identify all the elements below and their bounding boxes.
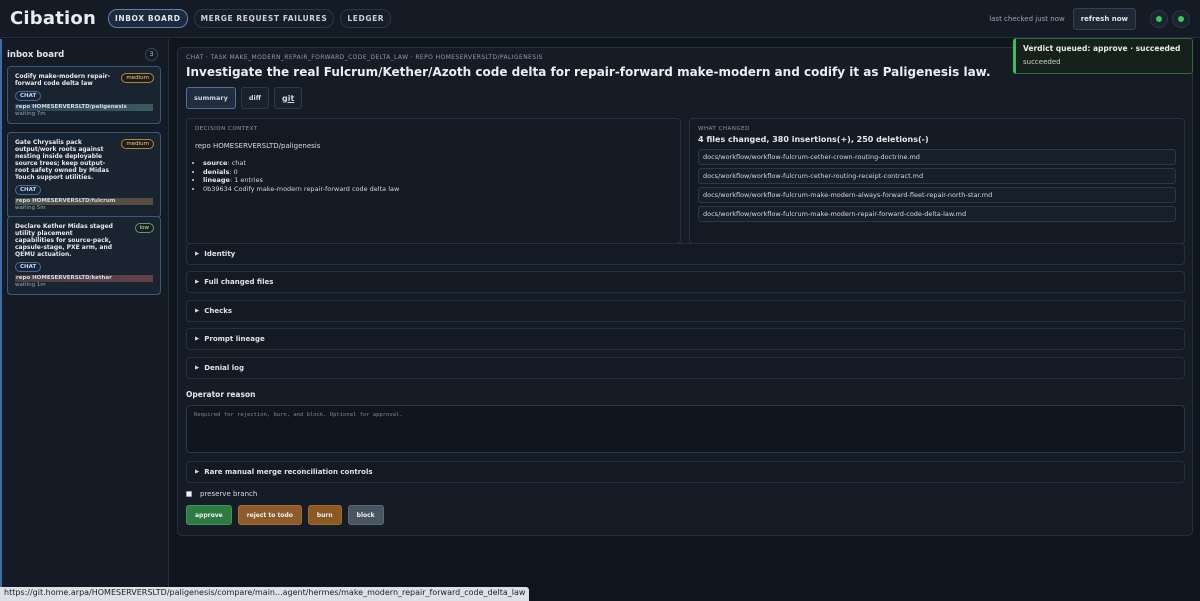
page-title: Investigate the real Fulcrum/Kether/Azot… <box>186 65 991 79</box>
context-list: source: chat denials: 0 lineage: 1 entri… <box>195 159 672 193</box>
inbox-card[interactable]: Gate Chrysalis pack output/work roots ag… <box>7 132 161 218</box>
context-item-source: source: chat <box>203 159 672 168</box>
section-label: Prompt lineage <box>204 335 265 343</box>
preserve-branch-checkbox[interactable] <box>186 491 192 497</box>
card-title: Codify make-modern repair-forward code d… <box>15 73 111 87</box>
section-prompt-lineage[interactable]: ▶ Prompt lineage <box>186 328 1185 350</box>
context-repo: repo HOMESERVERSLTD/paligenesis <box>195 142 321 150</box>
priority-badge: low <box>134 223 154 233</box>
preserve-branch-option[interactable]: preserve branch <box>186 490 257 498</box>
verdict-toast: Verdict queued: approve · succeeded succ… <box>1013 38 1193 74</box>
burn-button[interactable]: burn <box>307 505 342 525</box>
reject-to-todo-button[interactable]: reject to todo <box>237 505 302 525</box>
context-item-lineage: lineage: 1 entries <box>203 176 672 185</box>
what-changed-panel: WHAT CHANGED 4 files changed, 380 insert… <box>689 118 1185 244</box>
priority-badge: medium <box>121 139 154 149</box>
section-label: Rare manual merge reconciliation control… <box>204 468 373 476</box>
changed-summary: 4 files changed, 380 insertions(+), 250 … <box>698 135 929 144</box>
nav-tab-ledger[interactable]: LEDGER <box>340 9 392 28</box>
app-title: Cibation <box>10 8 96 29</box>
sidebar: inbox board 3 Codify make-modern repair-… <box>0 39 169 601</box>
status-indicator-1 <box>1150 9 1168 28</box>
block-button[interactable]: block <box>347 505 384 525</box>
changed-file-row[interactable]: docs/workflow/workflow-fulcrum-cether-ro… <box>698 168 1176 184</box>
tab-git[interactable]: git <box>274 87 303 109</box>
section-denial-log[interactable]: ▶ Denial log <box>186 357 1185 379</box>
preserve-branch-label: preserve branch <box>200 490 258 498</box>
status-bar-url: https://git.home.arpa/HOMESERVERSLTD/pal… <box>0 587 530 601</box>
top-bar-right: last checked just now refresh now <box>989 7 1190 30</box>
type-chip: CHAT <box>15 262 42 272</box>
nav-tab-inbox-board[interactable]: INBOX BOARD <box>107 9 188 28</box>
caret-right-icon: ▶ <box>195 251 200 257</box>
detail-panel: CHAT · TASK MAKE_MODERN_REPAIR_FORWARD_C… <box>177 47 1193 536</box>
section-identity[interactable]: ▶ Identity <box>186 243 1185 265</box>
nav-tab-merge-request-failures[interactable]: MERGE REQUEST FAILURES <box>193 9 335 28</box>
status-indicator-2 <box>1172 9 1190 28</box>
inbox-count-badge: 3 <box>145 48 158 61</box>
caret-right-icon: ▶ <box>195 365 200 371</box>
card-repo: repo HOMESERVERSLTD/fulcrum <box>15 198 153 205</box>
inbox-card[interactable]: Codify make-modern repair-forward code d… <box>7 66 161 124</box>
type-chip: CHAT <box>15 91 42 101</box>
card-waiting: waiting 5m <box>15 205 46 211</box>
status-dot-icon <box>1156 15 1162 22</box>
sidebar-title: inbox board <box>7 49 65 60</box>
sidebar-header: inbox board 3 <box>0 39 168 63</box>
tab-diff[interactable]: diff <box>240 87 270 109</box>
card-waiting: waiting 1m <box>15 282 46 288</box>
changed-file-row[interactable]: docs/workflow/workflow-fulcrum-make-mode… <box>698 187 1176 203</box>
operator-reason-input[interactable] <box>186 405 1185 453</box>
card-waiting: waiting 7m <box>15 111 46 117</box>
toast-subtitle: succeeded <box>1023 58 1061 66</box>
last-checked-text: last checked just now <box>989 14 1065 23</box>
status-dot-icon <box>1178 15 1184 22</box>
section-label: Checks <box>204 307 233 315</box>
section-full-changed-files[interactable]: ▶ Full changed files <box>186 271 1185 293</box>
operator-reason-label: Operator reason <box>186 390 256 399</box>
priority-badge: medium <box>121 73 154 83</box>
card-title: Gate Chrysalis pack output/work roots ag… <box>15 139 109 181</box>
top-bar: Cibation INBOX BOARD MERGE REQUEST FAILU… <box>0 0 1200 38</box>
context-item-denials: denials: 0 <box>203 168 672 177</box>
detail-tabs: summary diff git <box>186 87 307 109</box>
section-checks[interactable]: ▶ Checks <box>186 300 1185 322</box>
changed-file-row[interactable]: docs/workflow/workflow-fulcrum-cether-cr… <box>698 149 1176 165</box>
card-repo: repo HOMESERVERSLTD/paligenesis <box>15 104 153 111</box>
changed-file-row[interactable]: docs/workflow/workflow-fulcrum-make-mode… <box>698 206 1176 222</box>
card-repo: repo HOMESERVERSLTD/kether <box>15 275 153 282</box>
tab-summary[interactable]: summary <box>186 87 236 109</box>
inbox-card[interactable]: Declare Kether Midas staged utility plac… <box>7 216 161 295</box>
toast-title: Verdict queued: approve · succeeded <box>1023 44 1181 53</box>
breadcrumb: CHAT · TASK MAKE_MODERN_REPAIR_FORWARD_C… <box>186 54 543 61</box>
caret-right-icon: ▶ <box>195 469 200 475</box>
what-changed-label: WHAT CHANGED <box>698 126 750 132</box>
decision-context-panel: DECISION CONTEXT repo HOMESERVERSLTD/pal… <box>186 118 681 244</box>
refresh-button[interactable]: refresh now <box>1072 7 1136 30</box>
context-item-commit: 0b39634 Codify make-modern repair-forwar… <box>203 185 672 194</box>
section-manual-merge-controls[interactable]: ▶ Rare manual merge reconciliation contr… <box>186 461 1185 483</box>
type-chip: CHAT <box>15 185 42 195</box>
decision-context-label: DECISION CONTEXT <box>195 126 258 132</box>
section-label: Identity <box>204 250 236 258</box>
caret-right-icon: ▶ <box>195 279 200 285</box>
section-label: Denial log <box>204 364 244 372</box>
action-buttons: approve reject to todo burn block <box>186 505 390 525</box>
approve-button[interactable]: approve <box>186 505 232 525</box>
caret-right-icon: ▶ <box>195 308 200 314</box>
caret-right-icon: ▶ <box>195 336 200 342</box>
section-label: Full changed files <box>204 278 274 286</box>
sidebar-accent-bar <box>0 39 2 601</box>
card-title: Declare Kether Midas staged utility plac… <box>15 223 113 258</box>
